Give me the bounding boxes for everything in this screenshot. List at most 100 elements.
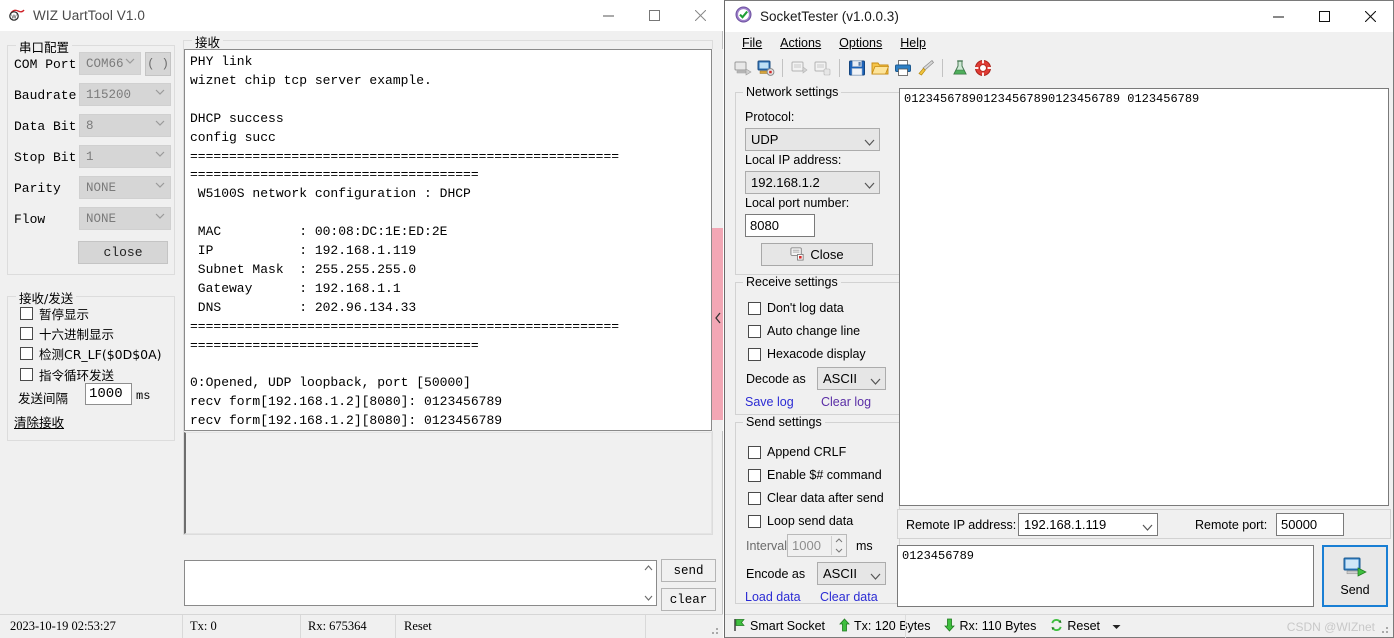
uart-send-label: send xyxy=(673,563,704,578)
watermark-label: CSDN @WIZnet xyxy=(1286,620,1375,634)
uart-window-controls xyxy=(585,0,723,31)
loop-send-checkbox[interactable]: 指令循环发送 xyxy=(20,365,114,384)
checkbox-box xyxy=(748,324,761,338)
close-serial-port-button[interactable]: close xyxy=(78,241,168,264)
encode-as-select[interactable]: ASCII xyxy=(817,562,886,585)
checkbox-box xyxy=(20,327,33,340)
socket-minimize-button[interactable] xyxy=(1255,1,1301,32)
disconnect-icon[interactable] xyxy=(754,57,777,80)
socket-send-button[interactable]: Send xyxy=(1322,545,1388,607)
remote-port-input[interactable]: 50000 xyxy=(1276,513,1344,536)
recycle-icon xyxy=(1050,618,1063,635)
auto-change-line-checkbox[interactable]: Auto change line xyxy=(748,324,860,338)
send-interval-value: 1000 xyxy=(792,538,821,553)
svg-text:W: W xyxy=(11,15,17,21)
clear-data-link[interactable]: Clear data xyxy=(820,590,878,604)
uart-receive-textarea[interactable]: PHY link wiznet chip tcp server example.… xyxy=(184,49,712,431)
send-interval-spinner[interactable]: 1000 xyxy=(787,534,847,557)
uart-window-title: WIZ UartTool V1.0 xyxy=(33,8,145,23)
parity-select[interactable]: NONE xyxy=(79,176,171,199)
load-data-link[interactable]: Load data xyxy=(745,590,801,604)
clear-brush-icon[interactable] xyxy=(914,57,937,80)
hex-display-checkbox[interactable]: 十六进制显示 xyxy=(20,324,114,343)
refresh-ports-button[interactable]: ( ) xyxy=(145,52,171,76)
socket-tx-label: Tx: 120 Bytes xyxy=(854,619,931,633)
hexacode-display-checkbox[interactable]: Hexacode display xyxy=(748,347,866,361)
menu-file[interactable]: File xyxy=(733,34,771,52)
statusbar-divider xyxy=(905,615,906,638)
menu-options-label: Options xyxy=(839,36,883,50)
remote-ip-select[interactable]: 192.168.1.119 xyxy=(1018,513,1158,536)
append-crlf-checkbox[interactable]: Append CRLF xyxy=(748,445,846,459)
stop-bit-label: Stop Bit xyxy=(14,150,77,165)
dont-log-data-checkbox[interactable]: Don't log data xyxy=(748,301,844,315)
flask-icon[interactable] xyxy=(948,57,971,80)
smart-socket-status[interactable]: Smart Socket xyxy=(733,618,825,635)
data-bit-select[interactable]: 8 xyxy=(79,114,171,137)
connect-icon[interactable] xyxy=(731,57,754,80)
serial-config-group-title: 串口配置 xyxy=(16,37,73,56)
baudrate-select[interactable]: 115200 xyxy=(79,83,171,106)
uart-send-textarea[interactable] xyxy=(184,560,657,606)
scroll-up-icon xyxy=(644,563,653,573)
chevron-down-icon[interactable] xyxy=(1112,619,1121,633)
menu-actions[interactable]: Actions xyxy=(771,34,830,52)
local-ip-select[interactable]: 192.168.1.2 xyxy=(745,171,880,194)
local-ip-label: Local IP address: xyxy=(745,153,842,167)
local-port-input[interactable]: 8080 xyxy=(745,214,815,237)
uart-reset-label[interactable]: Reset xyxy=(404,619,432,634)
smart-socket-label: Smart Socket xyxy=(750,619,826,633)
socket-receive-log[interactable]: 012345678901234567890123456789 012345678… xyxy=(899,88,1389,506)
append-crlf-label: Append CRLF xyxy=(767,445,847,459)
uart-clear-button[interactable]: clear xyxy=(661,588,716,611)
screen: W WIZ UartTool V1.0 串口配置 COM Port COM66 … xyxy=(0,0,1394,638)
wiznet-logo-icon: W xyxy=(9,7,26,24)
uart-minimize-button[interactable] xyxy=(585,0,631,31)
pause-display-checkbox[interactable]: 暂停显示 xyxy=(20,304,89,323)
com-port-select[interactable]: COM66 xyxy=(79,52,141,75)
socket-send-text: 0123456789 xyxy=(902,549,975,563)
detect-crlf-checkbox[interactable]: 检测CR_LF($0D$0A) xyxy=(20,344,162,363)
uart-maximize-button[interactable] xyxy=(631,0,677,31)
open-folder-icon[interactable] xyxy=(868,57,891,80)
clear-data-after-send-checkbox[interactable]: Clear data after send xyxy=(748,491,884,505)
socket-menubar: File Actions Options Help xyxy=(725,32,1393,54)
close-connection-label: Close xyxy=(810,247,844,262)
resize-grip-icon[interactable] xyxy=(1378,623,1390,635)
enable-command-checkbox[interactable]: Enable $# command xyxy=(748,468,882,482)
protocol-select[interactable]: UDP xyxy=(745,128,880,151)
start-icon xyxy=(788,57,811,80)
socket-send-textarea[interactable]: 0123456789 xyxy=(897,545,1314,607)
uart-send-scrollbar[interactable] xyxy=(640,561,656,605)
collapse-panel-arrow-icon[interactable] xyxy=(714,312,722,327)
toolbar-separator xyxy=(782,59,783,77)
stop-bit-select[interactable]: 1 xyxy=(79,145,171,168)
send-interval-unit: ms xyxy=(136,389,151,403)
print-icon[interactable] xyxy=(891,57,914,80)
socket-reset-button[interactable]: Reset xyxy=(1050,618,1121,635)
clear-receive-link[interactable]: 清除接收 xyxy=(14,412,64,431)
send-interval-input[interactable]: 1000 xyxy=(85,383,132,405)
resize-grip-icon[interactable] xyxy=(708,624,720,636)
socket-close-connection-button[interactable]: Close xyxy=(761,243,873,266)
decode-as-select[interactable]: ASCII xyxy=(817,367,886,390)
flow-select[interactable]: NONE xyxy=(79,207,171,230)
baudrate-label: Baudrate xyxy=(14,88,77,103)
parity-label: Parity xyxy=(14,181,61,196)
receive-settings-title: Receive settings xyxy=(743,275,841,289)
menu-help[interactable]: Help xyxy=(891,34,935,52)
lifebuoy-help-icon[interactable] xyxy=(971,57,994,80)
socket-maximize-button[interactable] xyxy=(1301,1,1347,32)
spinner-arrows-icon[interactable] xyxy=(831,536,845,555)
socket-close-button[interactable] xyxy=(1347,1,1393,32)
statusbar-divider xyxy=(645,615,646,638)
uart-close-button[interactable] xyxy=(677,0,723,31)
uart-send-button[interactable]: send xyxy=(661,559,716,582)
baudrate-value: 115200 xyxy=(86,87,132,102)
menu-file-label: File xyxy=(742,36,763,50)
clear-log-link[interactable]: Clear log xyxy=(821,395,871,409)
save-log-link[interactable]: Save log xyxy=(745,395,794,409)
menu-options[interactable]: Options xyxy=(830,34,891,52)
loop-send-data-checkbox[interactable]: Loop send data xyxy=(748,514,853,528)
save-icon[interactable] xyxy=(845,57,868,80)
